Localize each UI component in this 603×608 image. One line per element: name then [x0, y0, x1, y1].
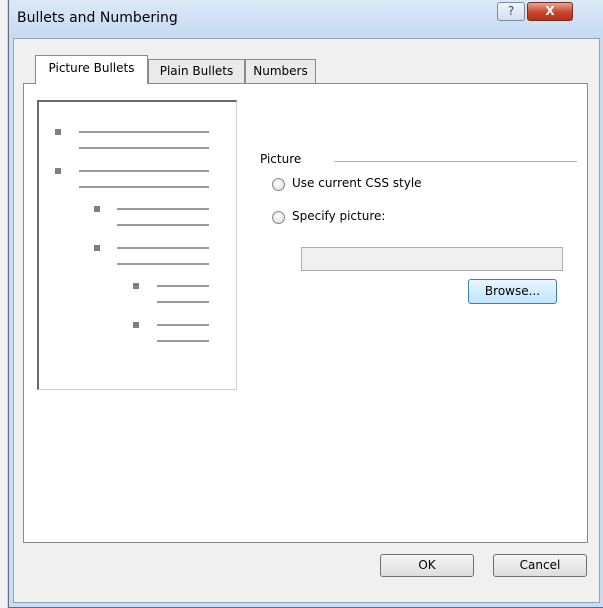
tab-label: Picture Bullets — [48, 61, 135, 75]
preview-line — [157, 340, 209, 342]
dialog-window: Bullets and Numbering ? X Picture Bullet… — [8, 0, 603, 608]
preview-line — [117, 247, 209, 249]
preview-line — [117, 224, 209, 226]
ok-button-label: OK — [418, 558, 436, 572]
preview-line — [157, 301, 209, 303]
title-bar[interactable]: Bullets and Numbering ? X — [9, 0, 603, 38]
preview-line — [157, 324, 209, 326]
background-window-edge — [0, 0, 8, 608]
preview-bullet — [133, 322, 139, 328]
specify-picture-radio[interactable] — [272, 211, 285, 224]
bullet-preview — [37, 100, 237, 390]
cancel-button[interactable]: Cancel — [493, 554, 587, 577]
cancel-button-label: Cancel — [519, 558, 561, 572]
window-title: Bullets and Numbering — [17, 10, 178, 26]
preview-bullet — [94, 206, 100, 212]
picture-path-input[interactable] — [301, 247, 563, 271]
preview-line — [79, 147, 209, 149]
preview-bullet — [133, 283, 139, 289]
help-button[interactable]: ? — [497, 2, 525, 21]
specify-picture-label[interactable]: Specify picture: — [292, 209, 385, 223]
preview-line — [79, 131, 209, 133]
use-css-style-label[interactable]: Use current CSS style — [292, 176, 422, 190]
ok-button[interactable]: OK — [380, 554, 474, 577]
preview-line — [79, 186, 209, 188]
preview-line — [117, 263, 209, 265]
preview-line — [117, 208, 209, 210]
close-button[interactable]: X — [527, 2, 573, 21]
group-divider — [334, 161, 577, 162]
preview-bullet — [94, 245, 100, 251]
preview-bullet — [55, 129, 61, 135]
preview-line — [79, 170, 209, 172]
help-icon: ? — [507, 4, 515, 18]
browse-button[interactable]: Browse... — [468, 279, 557, 304]
tab-panel-picture-bullets: Picture Use current CSS style Specify pi… — [23, 83, 588, 543]
preview-line — [157, 285, 209, 287]
tab-numbers[interactable]: Numbers — [245, 59, 316, 83]
preview-bullet — [55, 168, 61, 174]
dialog-client-area: Picture Bullets Plain Bullets Numbers Pi… — [13, 38, 600, 603]
close-icon: X — [545, 4, 555, 18]
tab-picture-bullets[interactable]: Picture Bullets — [35, 55, 148, 84]
browse-button-label: Browse... — [484, 284, 541, 298]
picture-group-label: Picture — [260, 152, 308, 166]
tab-label: Plain Bullets — [159, 64, 234, 78]
use-css-style-radio[interactable] — [272, 178, 285, 191]
tab-label: Numbers — [253, 64, 308, 78]
tab-plain-bullets[interactable]: Plain Bullets — [148, 59, 245, 83]
